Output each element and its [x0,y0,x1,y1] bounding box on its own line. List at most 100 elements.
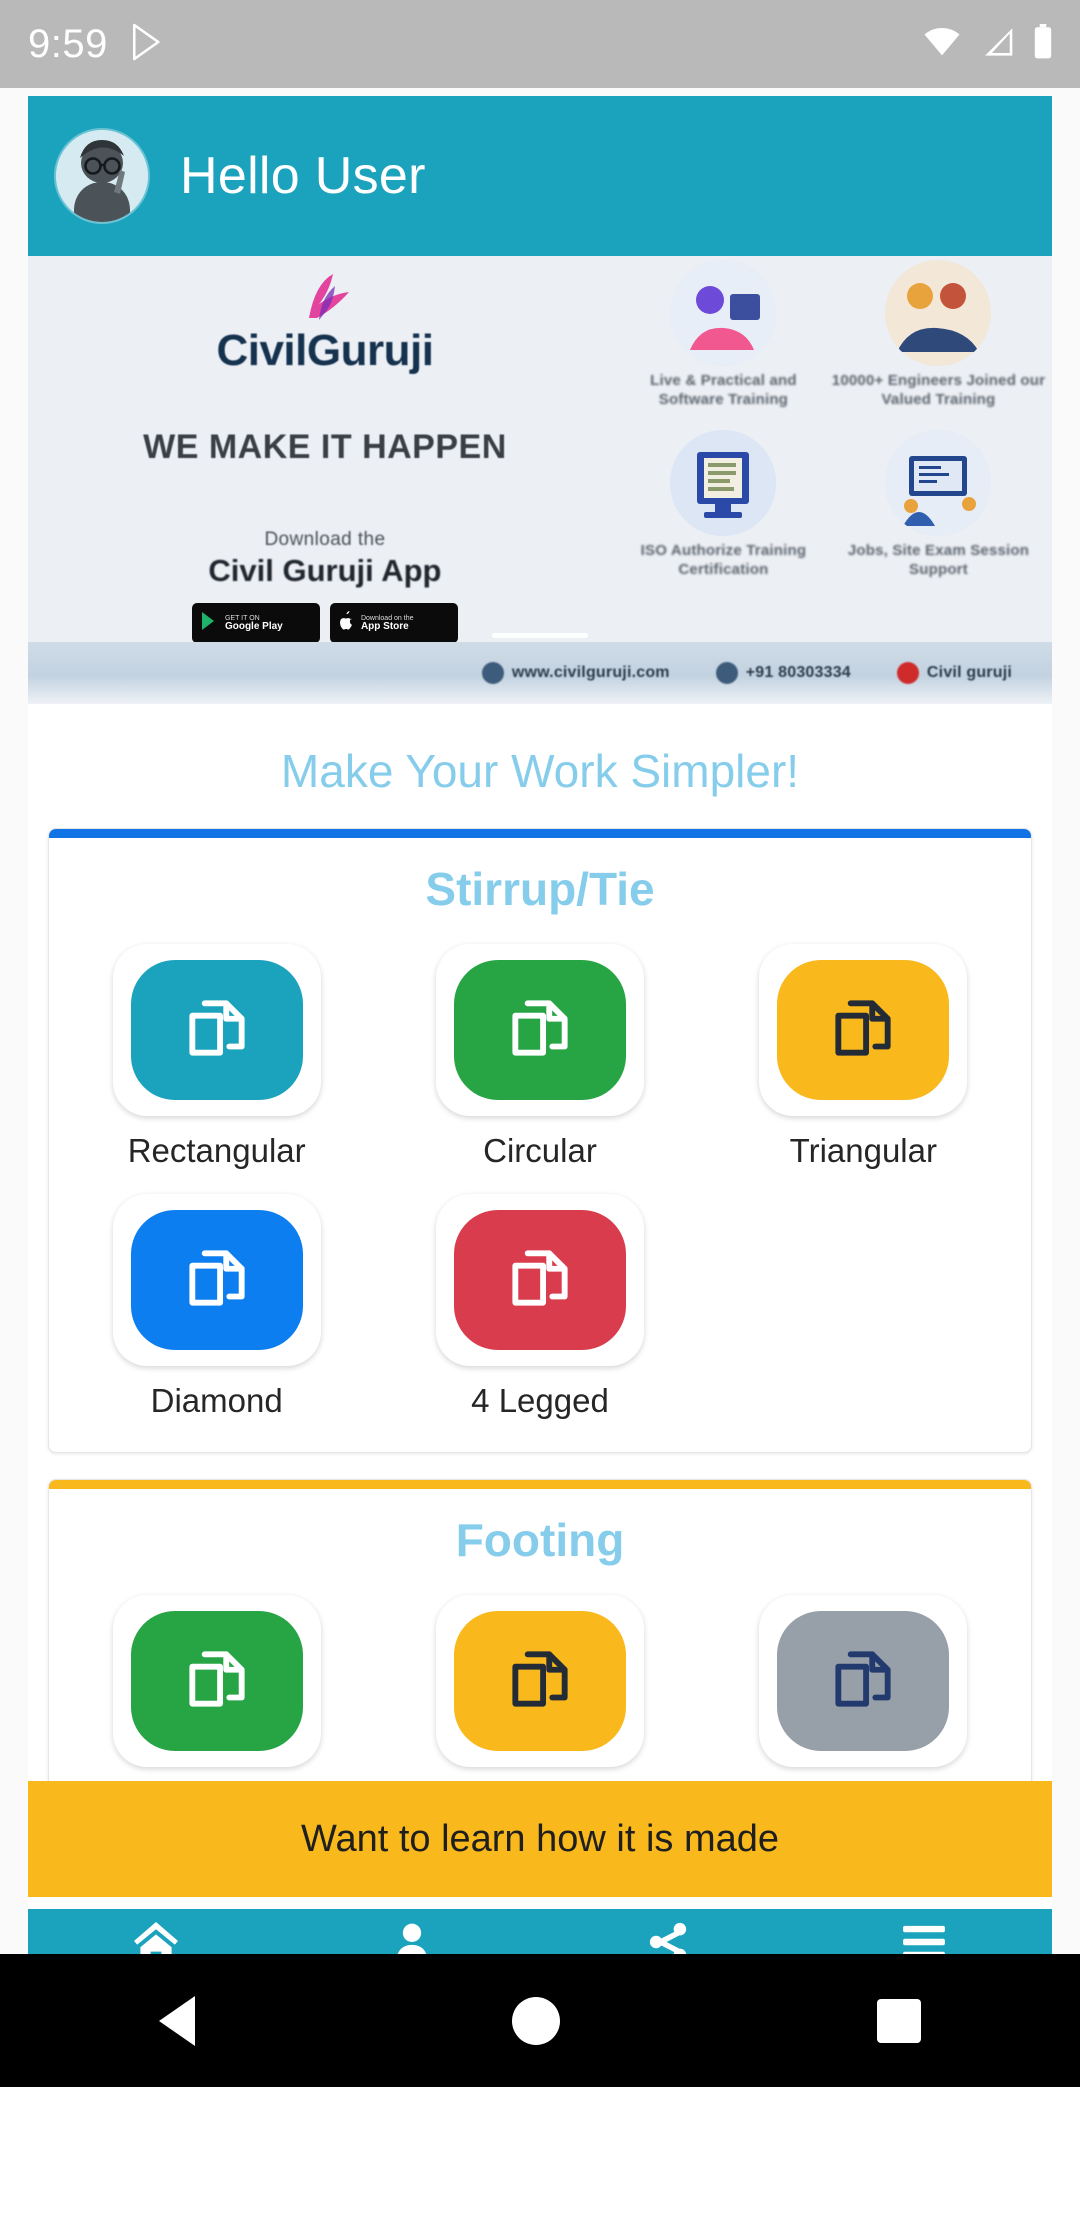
tile-icon-background [130,1611,303,1751]
learn-how-it-is-made-banner[interactable]: Want to learn how it is made [28,1781,1052,1897]
tile-triangular[interactable]: Triangular [702,930,1025,1180]
status-bar-clock: 9:59 [28,21,108,66]
tile-4-legged[interactable]: 4 Legged [378,1180,701,1430]
tile-footing-1[interactable] [55,1581,378,1793]
tile-card[interactable] [759,944,968,1116]
copy-documents-icon [826,991,900,1070]
tile-card[interactable] [112,1595,321,1767]
tile-label: Rectangular [127,1132,306,1169]
status-bar-system-icons [922,0,1054,88]
tile-card[interactable] [435,944,644,1116]
banner-footer-strip: www.civilguruji.com +91 80303334 Civil g… [28,642,1052,704]
tile-icon-background [453,1210,626,1350]
section-footing: Footing [48,1479,1032,1816]
google-play-icon [200,611,218,636]
tile-card[interactable] [759,1595,968,1767]
back-triangle-icon[interactable] [158,1995,195,2046]
copy-documents-icon [826,1642,900,1721]
tile-footing-2[interactable] [378,1581,701,1793]
status-bar-notification-icons [130,23,164,66]
banner-footer-youtube: Civil guruji [896,662,1012,684]
android-system-navigation [0,1954,1080,2087]
promo-banner[interactable]: CivilGuruji WE MAKE IT HAPPEN Download t… [28,256,1052,704]
youtube-icon [896,662,919,684]
phone-icon [715,662,738,684]
page-tagline: Make Your Work Simpler! [280,745,800,797]
google-play-badge[interactable]: GET IT ON Google Play [191,603,320,643]
copy-documents-icon [503,1241,577,1320]
civilguruji-logo-icon [279,264,371,324]
banner-feature-3-caption: ISO Authorize Training Certification [640,542,807,578]
apple-icon [338,610,354,636]
tile-icon-background [777,1611,950,1751]
banner-feature-2: 10000+ Engineers Joined our Valued Train… [831,260,1046,410]
tile-grid-footing [49,1577,1031,1815]
section-title-stirrup-tie: Stirrup/Tie [425,863,655,915]
app-header: Hello User [28,96,1052,256]
banner-feature-3: ISO Authorize Training Certification [616,430,831,580]
copy-documents-icon [180,991,254,1070]
tile-icon-background [453,1611,626,1751]
tile-rectangular[interactable]: Rectangular [55,930,378,1180]
banner-feature-2-image [885,260,992,366]
banner-feature-3-image [670,430,777,536]
tile-icon-background [130,960,303,1100]
banner-feature-4-image [885,430,992,536]
app-root: Hello User CivilGuruji WE MAKE IT HAPPEN… [0,88,1080,2087]
copy-documents-icon [180,1241,254,1320]
tile-label: 4 Legged [471,1382,609,1419]
banner-page-indicator [492,633,588,638]
tile-circular[interactable]: Circular [378,930,701,1180]
tile-icon-background [130,1210,303,1350]
tile-card[interactable] [112,1194,321,1366]
wifi-icon [922,25,962,64]
tile-empty-slot [702,1180,1025,1430]
greeting-text: Hello User [180,147,426,205]
app-store-badge-bottom: App Store [360,620,409,632]
tile-card[interactable] [435,1595,644,1767]
store-badges[interactable]: GET IT ON Google Play Download on the Ap… [191,603,458,643]
copy-documents-icon [180,1642,254,1721]
app-content: Hello User CivilGuruji WE MAKE IT HAPPEN… [28,96,1052,1996]
banner-download-small: Download the [264,529,386,550]
copy-documents-icon [503,991,577,1070]
tile-label: Triangular [789,1132,937,1169]
app-store-badge[interactable]: Download on the App Store [329,603,458,643]
cta-label: Want to learn how it is made [300,1817,780,1860]
tile-icon-background [453,960,626,1100]
tile-card[interactable] [435,1194,644,1366]
banner-footer-phone: +91 80303334 [715,662,851,684]
recents-square-icon[interactable] [877,1998,922,2043]
tile-icon-background [777,960,950,1100]
banner-footer-youtube-text: Civil guruji [926,664,1012,681]
banner-feature-4-caption: Jobs, Site Exam Session Support [847,542,1030,578]
globe-icon [481,662,504,684]
banner-download-block: Download the Civil Guruji App [208,529,441,589]
banner-footer-website-text: www.civilguruji.com [511,664,670,681]
banner-footer-phone-text: +91 80303334 [745,664,851,681]
avatar[interactable] [56,130,148,222]
section-stirrup-tie: Stirrup/Tie Rectangular Circular Triangu… [48,828,1032,1453]
signal-icon [978,25,1016,64]
tile-diamond[interactable]: Diamond [55,1180,378,1430]
tile-footing-3[interactable] [702,1581,1025,1793]
banner-feature-2-caption: 10000+ Engineers Joined our Valued Train… [831,372,1046,408]
banner-feature-4: Jobs, Site Exam Session Support [831,430,1046,580]
android-status-bar: 9:59 [0,0,1080,88]
battery-icon [1032,23,1054,65]
section-accent-bar [49,829,1031,838]
banner-feature-1: Live & Practical and Software Training [616,260,831,410]
tile-card[interactable] [112,944,321,1116]
banner-download-big: Civil Guruji App [208,553,442,588]
home-circle-icon[interactable] [511,1996,560,2045]
tile-grid-stirrup-tie: Rectangular Circular Triangular Diamond … [49,926,1031,1452]
google-play-badge-bottom: Google Play [224,620,283,632]
tile-label: Circular [483,1132,597,1169]
play-store-icon [130,23,164,66]
banner-brand: CivilGuruji [216,326,434,375]
section-accent-bar [49,1480,1031,1489]
section-title-footing: Footing [455,1514,625,1566]
copy-documents-icon [503,1642,577,1721]
banner-feature-1-image [670,260,777,366]
banner-right-column: Live & Practical and Software Training 1… [616,260,1046,704]
